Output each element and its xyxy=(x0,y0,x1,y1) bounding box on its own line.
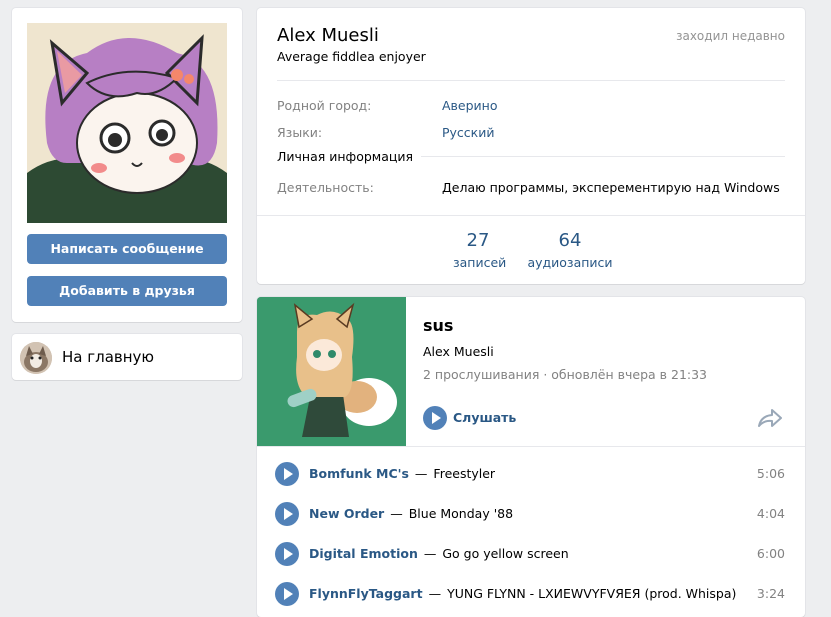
languages-link[interactable]: Русский xyxy=(442,125,494,140)
home-avatar xyxy=(20,342,52,374)
track-title: Freestyler xyxy=(433,466,496,481)
track-duration: 6:00 xyxy=(756,546,785,561)
divider xyxy=(257,215,805,216)
track-row[interactable]: FlynnFlyTaggart — YUNG FLYNN - LXИEWVYFVЯE… xyxy=(275,582,785,606)
play-icon xyxy=(284,468,293,480)
track-play-button[interactable] xyxy=(275,462,299,486)
track-duration: 3:24 xyxy=(756,586,785,601)
activity-value: Делаю программы, эксперементирую над Win… xyxy=(442,180,780,195)
hometown-label: Родной город: xyxy=(277,98,372,113)
home-link-label[interactable]: На главную xyxy=(62,348,154,366)
posts-count: 27 xyxy=(466,230,490,251)
playlist-cover[interactable] xyxy=(257,297,406,446)
track-text: Digital Emotion — Go go yellow screen xyxy=(309,546,569,561)
posts-caption: записей xyxy=(453,255,507,270)
track-text: Bomfunk MC's — Freestyler xyxy=(309,466,496,481)
track-duration: 4:04 xyxy=(756,506,785,521)
avatar-card: Написать сообщение Добавить в друзья xyxy=(12,8,242,322)
divider xyxy=(257,446,805,447)
audio-caption: аудиозаписи xyxy=(527,255,613,270)
activity-label: Деятельность: xyxy=(277,180,374,195)
playlist-play-button[interactable] xyxy=(423,406,447,430)
divider xyxy=(277,80,785,81)
profile-name: Alex Muesli xyxy=(277,25,379,46)
track-title: Blue Monday '88 xyxy=(408,506,514,521)
share-button[interactable] xyxy=(757,407,783,429)
track-row[interactable]: Bomfunk MC's — Freestyler 5:06 xyxy=(275,462,785,486)
avatar-illustration xyxy=(27,23,227,223)
listen-button-label[interactable]: Слушать xyxy=(453,410,516,425)
section-divider xyxy=(407,156,785,157)
track-title: Go go yellow screen xyxy=(442,546,569,561)
playlist-cover-art xyxy=(257,297,406,446)
track-text: FlynnFlyTaggart — YUNG FLYNN - LXИEWVYFVЯE… xyxy=(309,586,737,601)
playlist-title[interactable]: sus xyxy=(423,316,453,335)
playlist-meta: 2 прослушивания · обновлён вчера в 21:33 xyxy=(423,367,708,382)
personal-info-toggle[interactable]: Личная информация xyxy=(277,149,422,164)
send-message-button[interactable]: Написать сообщение xyxy=(27,234,227,264)
play-icon xyxy=(284,508,293,520)
track-text: New Order — Blue Monday '88 xyxy=(309,506,514,521)
cat-avatar-icon xyxy=(20,342,52,374)
track-play-button[interactable] xyxy=(275,542,299,566)
add-friend-button[interactable]: Добавить в друзья xyxy=(27,276,227,306)
profile-status: Average fiddlea enjoyer xyxy=(277,49,426,64)
playlist-card: sus Alex Muesli 2 прослушивания · обновл… xyxy=(257,297,805,617)
play-icon xyxy=(432,412,441,424)
audio-counter[interactable]: 64 аудиозаписи xyxy=(527,230,613,270)
track-play-button[interactable] xyxy=(275,502,299,526)
track-row[interactable]: Digital Emotion — Go go yellow screen 6:00 xyxy=(275,542,785,566)
audio-count: 64 xyxy=(558,230,582,251)
play-icon xyxy=(284,588,293,600)
profile-avatar[interactable] xyxy=(27,23,227,223)
profile-info-card: Alex Muesli Average fiddlea enjoyer захо… xyxy=(257,8,805,284)
track-artist[interactable]: Bomfunk MC's xyxy=(309,466,409,481)
posts-counter[interactable]: 27 записей xyxy=(453,230,507,270)
hometown-link[interactable]: Аверино xyxy=(442,98,498,113)
track-artist[interactable]: Digital Emotion xyxy=(309,546,418,561)
track-artist[interactable]: New Order xyxy=(309,506,384,521)
online-status: заходил недавно xyxy=(676,29,785,43)
track-duration: 5:06 xyxy=(756,466,785,481)
languages-label: Языки: xyxy=(277,125,323,140)
track-play-button[interactable] xyxy=(275,582,299,606)
track-row[interactable]: New Order — Blue Monday '88 4:04 xyxy=(275,502,785,526)
track-title: YUNG FLYNN - LXИEWVYFVЯEЯ (prod. Whispa) xyxy=(447,586,737,601)
play-icon xyxy=(284,548,293,560)
track-artist[interactable]: FlynnFlyTaggart xyxy=(309,586,423,601)
home-link[interactable]: На главную xyxy=(12,334,242,380)
share-icon xyxy=(758,409,782,427)
playlist-owner[interactable]: Alex Muesli xyxy=(423,344,494,359)
